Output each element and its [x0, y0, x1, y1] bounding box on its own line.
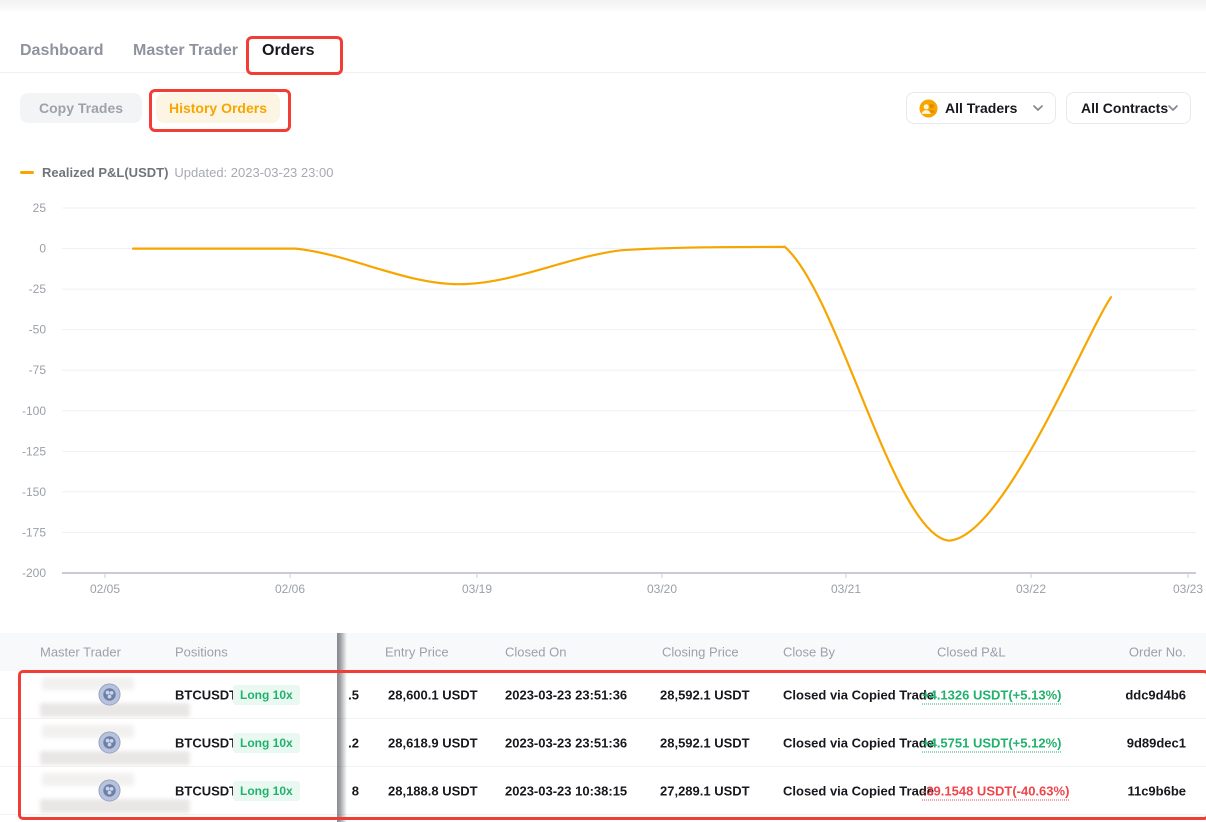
page-top-gradient — [0, 0, 1206, 14]
order-no: ddc9d4b6 — [1125, 687, 1186, 702]
side-leverage-badge: Long 10x — [233, 781, 300, 801]
subtab-copy-trades[interactable]: Copy Trades — [20, 93, 142, 123]
legend-updated-timestamp: Updated: 2023-03-23 23:00 — [174, 165, 333, 180]
closed-pnl: +4.1326 USDT(+5.13%) — [922, 687, 1061, 702]
side-leverage-badge: Long 10x — [233, 733, 300, 753]
history-orders-table: Master Trader Positions Entry Price Clos… — [0, 633, 1206, 815]
symbol: BTCUSDT — [175, 687, 237, 702]
order-no: 11c9b6be — [1127, 783, 1186, 798]
copy-trading-page: Dashboard Master Trader Orders Copy Trad… — [0, 0, 1206, 822]
x-axis-tick-label: 03/22 — [1016, 582, 1046, 596]
closed-pnl-value[interactable]: +4.5751 USDT(+5.12%) — [922, 735, 1061, 752]
x-axis-tick-label: 03/20 — [647, 582, 677, 596]
closed-pnl: +4.5751 USDT(+5.12%) — [922, 735, 1061, 750]
closed-on: 2023-03-23 23:51:36 — [505, 687, 627, 702]
table-row[interactable]: BTCUSDT Long 10x 8 28,188.8 USDT 2023-03… — [0, 767, 1206, 815]
chart-legend[interactable]: Realized P&L(USDT) Updated: 2023-03-23 2… — [20, 165, 333, 180]
chevron-down-icon — [1168, 105, 1178, 111]
closed-pnl: -39.1548 USDT(-40.63%) — [922, 783, 1069, 798]
x-axis-tick-label: 03/23 — [1173, 582, 1203, 596]
x-axis-tick-label: 03/21 — [831, 582, 861, 596]
traders-icon — [919, 99, 938, 118]
closed-pnl-value[interactable]: -39.1548 USDT(-40.63%) — [922, 783, 1069, 800]
all-contracts-dropdown[interactable]: All Contracts — [1066, 92, 1191, 124]
tab-master-trader[interactable]: Master Trader — [133, 42, 238, 60]
closing-price: 28,592.1 USDT — [660, 735, 750, 750]
table-row[interactable]: BTCUSDT Long 10x .5 28,600.1 USDT 2023-0… — [0, 671, 1206, 719]
col-header-master-trader: Master Trader — [40, 645, 121, 660]
order-no: 9d89dec1 — [1127, 735, 1186, 750]
y-axis-tick-label: -125 — [22, 444, 46, 458]
y-axis-tick-label: -25 — [29, 282, 47, 296]
realized-pnl-line-chart: 25 0 -25 -50 -75 -100 -125 -150 -175 -200 02/05 02/… — [0, 195, 1206, 605]
all-contracts-label: All Contracts — [1081, 100, 1168, 116]
all-traders-label: All Traders — [945, 100, 1017, 116]
col-header-entry-price: Entry Price — [385, 645, 449, 660]
col-header-order-no: Order No. — [1129, 645, 1186, 660]
col-header-closing-price: Closing Price — [662, 645, 739, 660]
close-by: Closed via Copied Trade — [783, 783, 934, 798]
closed-on: 2023-03-23 10:38:15 — [505, 783, 627, 798]
tab-orders[interactable]: Orders — [262, 42, 314, 60]
chevron-down-icon — [1033, 105, 1043, 111]
close-by: Closed via Copied Trade — [783, 735, 934, 750]
col-header-positions: Positions — [175, 645, 228, 660]
nav-divider — [0, 72, 1206, 73]
trader-badge-icon — [98, 731, 121, 754]
entry-price: 28,188.8 USDT — [388, 783, 478, 798]
y-axis-tick-label: 0 — [39, 242, 46, 256]
closing-price: 27,289.1 USDT — [660, 783, 750, 798]
y-axis-tick-label: 25 — [33, 201, 47, 215]
x-axis-tick-label: 02/05 — [90, 582, 120, 596]
legend-series-label: Realized P&L(USDT) — [42, 165, 168, 180]
y-axis-tick-label: -100 — [22, 404, 46, 418]
closing-price: 28,592.1 USDT — [660, 687, 750, 702]
y-axis-tick-label: -50 — [29, 323, 47, 337]
col-header-closed-pnl: Closed P&L — [937, 645, 1006, 660]
table-row[interactable]: BTCUSDT Long 10x .2 28,618.9 USDT 2023-0… — [0, 719, 1206, 767]
subtab-history-orders[interactable]: History Orders — [156, 93, 280, 123]
side-leverage-badge: Long 10x — [233, 685, 300, 705]
all-traders-dropdown[interactable]: All Traders — [906, 92, 1056, 124]
tab-dashboard[interactable]: Dashboard — [20, 42, 104, 60]
close-by: Closed via Copied Trade — [783, 687, 934, 702]
table-header-row: Master Trader Positions Entry Price Clos… — [0, 633, 1206, 671]
y-axis-tick-label: -75 — [29, 363, 47, 377]
trader-badge-icon — [98, 683, 121, 706]
x-axis-tick-label: 03/19 — [462, 582, 492, 596]
symbol: BTCUSDT — [175, 783, 237, 798]
col-header-closed-on: Closed On — [505, 645, 566, 660]
trader-badge-icon — [98, 779, 121, 802]
entry-price: 28,600.1 USDT — [388, 687, 478, 702]
x-axis-tick-label: 02/06 — [275, 582, 305, 596]
closed-on: 2023-03-23 23:51:36 — [505, 735, 627, 750]
y-axis-tick-label: -150 — [22, 485, 46, 499]
symbol: BTCUSDT — [175, 735, 237, 750]
col-header-close-by: Close By — [783, 645, 835, 660]
entry-price: 28,618.9 USDT — [388, 735, 478, 750]
y-axis-tick-label: -175 — [22, 525, 46, 539]
pnl-series-line — [133, 247, 1111, 541]
legend-line-swatch — [20, 171, 34, 174]
y-axis-tick-label: -200 — [22, 566, 46, 580]
closed-pnl-value[interactable]: +4.1326 USDT(+5.13%) — [922, 687, 1061, 704]
fixed-column-scroll-shadow — [337, 633, 347, 822]
active-tab-underline — [261, 72, 311, 75]
